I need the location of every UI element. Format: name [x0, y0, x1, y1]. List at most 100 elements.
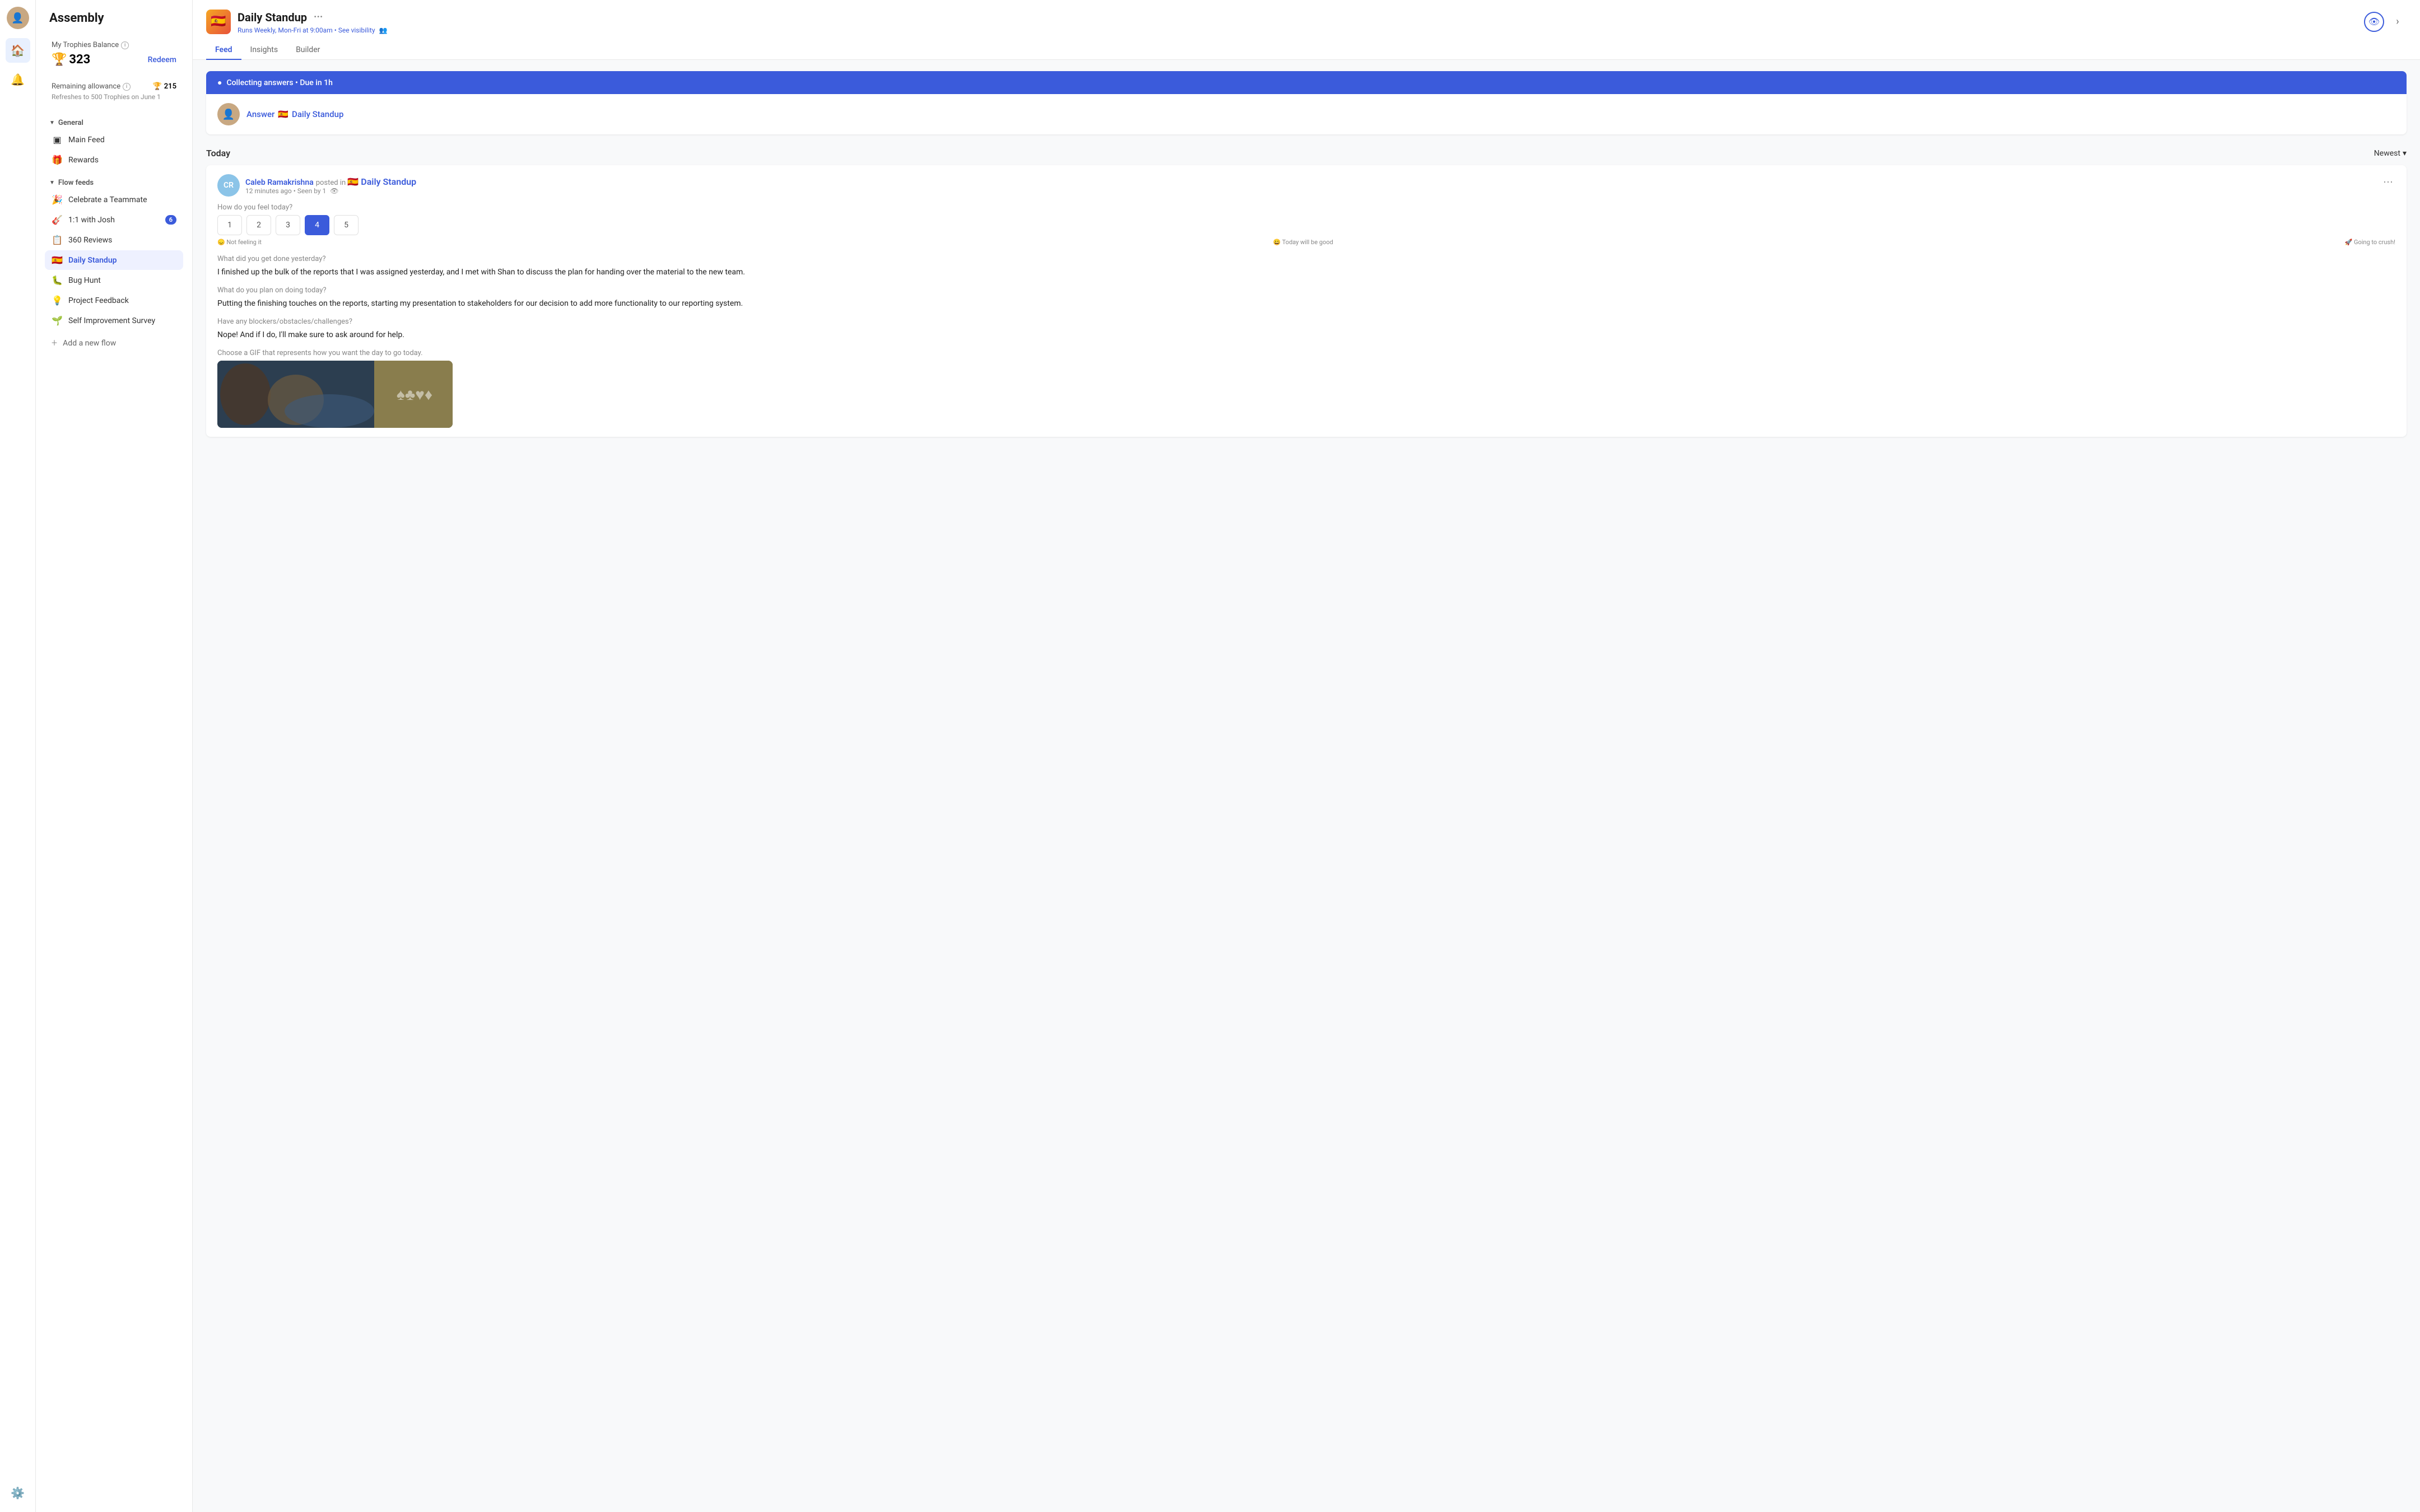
- collecting-answers-text: Collecting answers • Due in 1h: [226, 78, 332, 87]
- question-2-label: What did you get done yesterday?: [217, 255, 2395, 263]
- question-2-answer: I finished up the bulk of the reports th…: [217, 267, 2395, 278]
- post-more-button[interactable]: ⋯: [2381, 174, 2395, 190]
- refresh-text: Refreshes to 500 Trophies on June 1: [52, 93, 176, 101]
- icon-bar: 👤 🏠 🔔 ⚙️: [0, 0, 36, 1512]
- question-3-label: What do you plan on doing today?: [217, 286, 2395, 295]
- sidebar-item-self-improvement[interactable]: 🌱 Self Improvement Survey: [45, 311, 183, 330]
- flow-feeds-section-header[interactable]: ▼ Flow feeds: [45, 174, 183, 189]
- remaining-label: Remaining allowance: [52, 82, 120, 91]
- flow-feeds-chevron-icon: ▼: [49, 180, 55, 186]
- answer-flow-emoji: 🇪🇸: [278, 109, 288, 119]
- header-title-area: 🇪🇸 Daily Standup ··· Runs Weekly, Mon-Fr…: [206, 9, 387, 34]
- notifications-icon-btn[interactable]: 🔔: [6, 67, 30, 92]
- rating-btn-5[interactable]: 5: [334, 215, 359, 235]
- 1on1-badge: 6: [165, 215, 176, 225]
- today-label: Today: [206, 148, 230, 158]
- eye-button[interactable]: 👁: [2364, 12, 2384, 32]
- post-header: CR Caleb Ramakrishna posted in 🇪🇸 Daily …: [217, 174, 2395, 197]
- gif-preview: ♠♣♥♦: [217, 361, 453, 428]
- remaining-allowance-section: Remaining allowance i 🏆 215 Refreshes to…: [45, 78, 183, 105]
- question-4-answer: Nope! And if I do, I'll make sure to ask…: [217, 329, 2395, 341]
- settings-icon-btn[interactable]: ⚙️: [6, 1481, 30, 1505]
- trophy-small-icon: 🏆: [153, 82, 162, 91]
- rating-labels: 😞 Not feeling it 😀 Today will be good 🚀 …: [217, 239, 2395, 246]
- project-feedback-label: Project Feedback: [68, 296, 129, 305]
- 360-reviews-label: 360 Reviews: [68, 236, 112, 245]
- sidebar-item-main-feed[interactable]: ▣ Main Feed: [45, 130, 183, 150]
- rating-btn-4[interactable]: 4: [305, 215, 329, 235]
- tab-feed[interactable]: Feed: [206, 41, 241, 60]
- feed-content: ● Collecting answers • Due in 1h 👤 Answe…: [193, 60, 2420, 1512]
- trophies-balance-label: My Trophies Balance: [52, 41, 119, 49]
- sidebar-item-daily-standup[interactable]: 🇪🇸 Daily Standup: [45, 250, 183, 270]
- posted-in-text: posted in: [316, 179, 348, 187]
- self-improvement-label: Self Improvement Survey: [68, 316, 155, 325]
- flow-dots-menu[interactable]: ···: [311, 9, 325, 25]
- question-3: What do you plan on doing today? Putting…: [217, 286, 2395, 310]
- question-4-label: Have any blockers/obstacles/challenges?: [217, 318, 2395, 326]
- sort-chevron-icon: ▾: [2403, 149, 2407, 158]
- flow-feeds-section-label: Flow feeds: [58, 179, 94, 187]
- sidebar-item-bug-hunt[interactable]: 🐛 Bug Hunt: [45, 270, 183, 290]
- header-actions: 👁 ›: [2364, 12, 2407, 32]
- 1on1-label: 1:1 with Josh: [68, 216, 115, 225]
- content-header: 🇪🇸 Daily Standup ··· Runs Weekly, Mon-Fr…: [193, 0, 2420, 60]
- sidebar-item-project-feedback[interactable]: 💡 Project Feedback: [45, 291, 183, 310]
- main-feed-label: Main Feed: [68, 136, 105, 144]
- main-content: 🇪🇸 Daily Standup ··· Runs Weekly, Mon-Fr…: [193, 0, 2420, 1512]
- trophies-amount: 🏆 323: [52, 53, 90, 67]
- remaining-info-icon[interactable]: i: [123, 83, 131, 91]
- tab-insights[interactable]: Insights: [241, 41, 287, 60]
- rating-label-right: 🚀 Going to crush!: [2345, 239, 2395, 246]
- banner-dot-icon: ●: [217, 78, 222, 87]
- trophies-balance-section: My Trophies Balance i 🏆 323 Redeem: [45, 34, 183, 73]
- celebrate-label: Celebrate a Teammate: [68, 195, 147, 204]
- rating-label-left: 😞 Not feeling it: [217, 239, 262, 246]
- user-avatar[interactable]: 👤: [7, 7, 29, 29]
- tab-builder[interactable]: Builder: [287, 41, 329, 60]
- flow-header-title: Daily Standup: [238, 11, 307, 24]
- sidebar-item-1on1-josh[interactable]: 🎸 1:1 with Josh 6: [45, 210, 183, 230]
- question-2: What did you get done yesterday? I finis…: [217, 255, 2395, 278]
- add-flow-label: Add a new flow: [63, 339, 116, 348]
- post-flow-link[interactable]: Daily Standup: [361, 176, 416, 187]
- daily-standup-label: Daily Standup: [68, 256, 117, 265]
- bug-hunt-icon: 🐛: [52, 275, 63, 286]
- trophies-info-icon[interactable]: i: [121, 41, 129, 49]
- trophy-icon: 🏆: [52, 53, 67, 67]
- post-author-name[interactable]: Caleb Ramakrishna: [245, 178, 314, 187]
- post-flow-emoji: 🇪🇸: [347, 176, 359, 187]
- rating-btn-1[interactable]: 1: [217, 215, 242, 235]
- celebrate-icon: 🎉: [52, 194, 63, 205]
- post-meta: 12 minutes ago • Seen by 1 👁: [245, 187, 416, 195]
- seen-icon: 👁: [330, 187, 338, 195]
- sidebar-item-celebrate[interactable]: 🎉 Celebrate a Teammate: [45, 190, 183, 209]
- sidebar-item-rewards[interactable]: 🎁 Rewards: [45, 150, 183, 170]
- question-1-label: How do you feel today?: [217, 203, 2395, 212]
- answer-card[interactable]: 👤 Answer 🇪🇸 Daily Standup: [206, 94, 2407, 134]
- add-new-flow-button[interactable]: + Add a new flow: [45, 333, 183, 353]
- main-feed-icon: ▣: [52, 134, 63, 145]
- sort-dropdown[interactable]: Newest ▾: [2374, 149, 2407, 158]
- flow-header-icon: 🇪🇸: [206, 10, 231, 34]
- svg-text:♠♣♥♦: ♠♣♥♦: [397, 386, 432, 404]
- chevron-right-button[interactable]: ›: [2389, 13, 2407, 31]
- rewards-icon: 🎁: [52, 155, 63, 165]
- self-improvement-icon: 🌱: [52, 315, 63, 326]
- add-flow-plus-icon: +: [52, 337, 57, 349]
- question-3-answer: Putting the finishing touches on the rep…: [217, 298, 2395, 310]
- sidebar-item-360-reviews[interactable]: 📋 360 Reviews: [45, 230, 183, 250]
- home-icon-btn[interactable]: 🏠: [6, 38, 30, 63]
- rating-btn-3[interactable]: 3: [276, 215, 300, 235]
- 360-reviews-icon: 📋: [52, 235, 63, 245]
- general-section-label: General: [58, 119, 83, 127]
- general-section-header[interactable]: ▼ General: [45, 114, 183, 129]
- redeem-button[interactable]: Redeem: [148, 55, 176, 64]
- rating-btn-2[interactable]: 2: [246, 215, 271, 235]
- visibility-icon: 👥: [379, 26, 387, 34]
- app-title: Assembly: [45, 11, 183, 25]
- question-4: Have any blockers/obstacles/challenges? …: [217, 318, 2395, 341]
- post-card: CR Caleb Ramakrishna posted in 🇪🇸 Daily …: [206, 165, 2407, 437]
- see-visibility-link[interactable]: See visibility: [338, 26, 375, 34]
- bug-hunt-label: Bug Hunt: [68, 276, 101, 285]
